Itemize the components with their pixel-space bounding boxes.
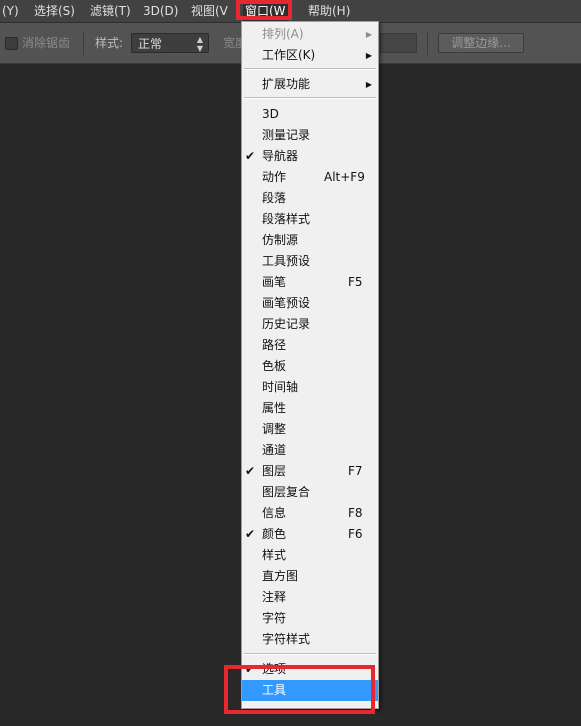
menu-item-properties[interactable]: 属性 — [242, 398, 378, 419]
menu-item-label: 画笔 — [262, 275, 287, 289]
menu-item-channels[interactable]: 通道 — [242, 440, 378, 461]
submenu-arrow-icon: ▶ — [365, 30, 372, 39]
menu-item-character[interactable]: 字符 — [242, 608, 378, 629]
menu-item-adjustments[interactable]: 调整 — [242, 419, 378, 440]
menu-item-label: 路径 — [262, 338, 287, 352]
menu-view[interactable]: 视图(V — [189, 0, 230, 22]
checkmark-icon: ✔ — [245, 149, 256, 163]
menu-item-workspace[interactable]: 工作区(K) ▶ — [242, 45, 378, 66]
menu-item-label: 段落样式 — [262, 212, 311, 226]
menu-item-label: 排列(A) — [262, 27, 304, 41]
menu-item-shortcut: F6 — [348, 527, 363, 541]
menu-item-label: 图层复合 — [262, 485, 311, 499]
menu-item-paths[interactable]: 路径 — [242, 335, 378, 356]
menu-item-arrange[interactable]: 排列(A) ▶ — [242, 24, 378, 45]
menu-help[interactable]: 帮助(H) — [306, 0, 352, 22]
menu-item-actions[interactable]: 动作 Alt+F9 — [242, 167, 378, 188]
menu-item-label: 字符样式 — [262, 632, 311, 646]
menu-item-3d[interactable]: 3D — [242, 104, 378, 125]
menu-item-label: 调整 — [262, 422, 287, 436]
submenu-arrow-icon: ▶ — [365, 51, 372, 60]
menu-item-styles[interactable]: 样式 — [242, 545, 378, 566]
menu-image-partial[interactable]: (Y) — [0, 0, 21, 22]
refine-edge-button[interactable]: 调整边缘... — [438, 33, 524, 53]
menu-item-layer-comps[interactable]: 图层复合 — [242, 482, 378, 503]
menu-item-label: 仿制源 — [262, 233, 299, 247]
menu-item-clone-source[interactable]: 仿制源 — [242, 230, 378, 251]
menu-item-shortcut: F5 — [348, 275, 363, 289]
menu-item-shortcut: F7 — [348, 464, 363, 478]
menu-item-label: 色板 — [262, 359, 287, 373]
menu-item-extensions[interactable]: 扩展功能 ▶ — [242, 74, 378, 95]
menu-item-label: 扩展功能 — [262, 77, 311, 91]
style-label: 样式: — [95, 36, 124, 50]
options-divider — [427, 31, 428, 55]
menu-item-label: 测量记录 — [262, 128, 311, 142]
menu-item-label: 信息 — [262, 506, 287, 520]
height-input[interactable] — [380, 33, 417, 53]
menu-item-history[interactable]: 历史记录 — [242, 314, 378, 335]
select-arrows-icon: ▲ ▼ — [196, 35, 203, 53]
menu-item-info[interactable]: 信息 F8 — [242, 503, 378, 524]
menu-item-measurement-log[interactable]: 测量记录 — [242, 125, 378, 146]
antialias-label: 消除锯齿 — [22, 36, 71, 50]
menu-item-label: 画笔预设 — [262, 296, 311, 310]
menu-item-paragraph-styles[interactable]: 段落样式 — [242, 209, 378, 230]
menu-item-paragraph[interactable]: 段落 — [242, 188, 378, 209]
annotation-box-tools-item — [224, 665, 375, 714]
menu-item-label: 注释 — [262, 590, 287, 604]
menu-item-label: 3D — [262, 107, 279, 121]
menu-item-label: 时间轴 — [262, 380, 299, 394]
menu-item-label: 字符 — [262, 611, 287, 625]
options-divider — [83, 31, 84, 55]
menu-item-shortcut: F8 — [348, 506, 363, 520]
menu-item-label: 工具预设 — [262, 254, 311, 268]
menu-item-label: 通道 — [262, 443, 287, 457]
menu-item-histogram[interactable]: 直方图 — [242, 566, 378, 587]
menu-separator — [244, 68, 376, 70]
menu-item-label: 历史记录 — [262, 317, 311, 331]
menu-separator — [244, 653, 376, 655]
menu-item-label: 颜色 — [262, 527, 287, 541]
window-menu-dropdown: 排列(A) ▶ 工作区(K) ▶ 扩展功能 ▶ 3D 测量记录 ✔ 导航器 动作… — [241, 21, 379, 709]
menu-3d[interactable]: 3D(D) — [141, 0, 180, 22]
style-select-value: 正常 — [138, 37, 163, 51]
menu-item-label: 动作 — [262, 170, 287, 184]
menu-item-shortcut: Alt+F9 — [324, 170, 365, 184]
annotation-box-window-menu — [236, 0, 292, 20]
antialias-checkbox[interactable] — [5, 37, 18, 50]
menu-item-label: 段落 — [262, 191, 287, 205]
menu-item-color[interactable]: ✔ 颜色 F6 — [242, 524, 378, 545]
checkmark-icon: ✔ — [245, 464, 256, 478]
menu-item-label: 直方图 — [262, 569, 299, 583]
menu-item-label: 属性 — [262, 401, 287, 415]
menu-select[interactable]: 选择(S) — [32, 0, 77, 22]
menu-item-label: 图层 — [262, 464, 287, 478]
menu-item-label: 样式 — [262, 548, 287, 562]
menu-separator — [244, 97, 376, 99]
submenu-arrow-icon: ▶ — [365, 80, 372, 89]
menu-item-navigator[interactable]: ✔ 导航器 — [242, 146, 378, 167]
menu-item-notes[interactable]: 注释 — [242, 587, 378, 608]
menu-item-brush[interactable]: 画笔 F5 — [242, 272, 378, 293]
menu-item-label: 工作区(K) — [262, 48, 316, 62]
style-select[interactable]: 正常 ▲ ▼ — [131, 33, 209, 53]
menu-item-tool-presets[interactable]: 工具预设 — [242, 251, 378, 272]
menu-item-character-styles[interactable]: 字符样式 — [242, 629, 378, 650]
checkmark-icon: ✔ — [245, 527, 256, 541]
menu-item-layers[interactable]: ✔ 图层 F7 — [242, 461, 378, 482]
menu-item-swatches[interactable]: 色板 — [242, 356, 378, 377]
menu-item-label: 导航器 — [262, 149, 299, 163]
menu-item-brush-presets[interactable]: 画笔预设 — [242, 293, 378, 314]
menu-item-timeline[interactable]: 时间轴 — [242, 377, 378, 398]
menu-filter[interactable]: 滤镜(T) — [88, 0, 133, 22]
